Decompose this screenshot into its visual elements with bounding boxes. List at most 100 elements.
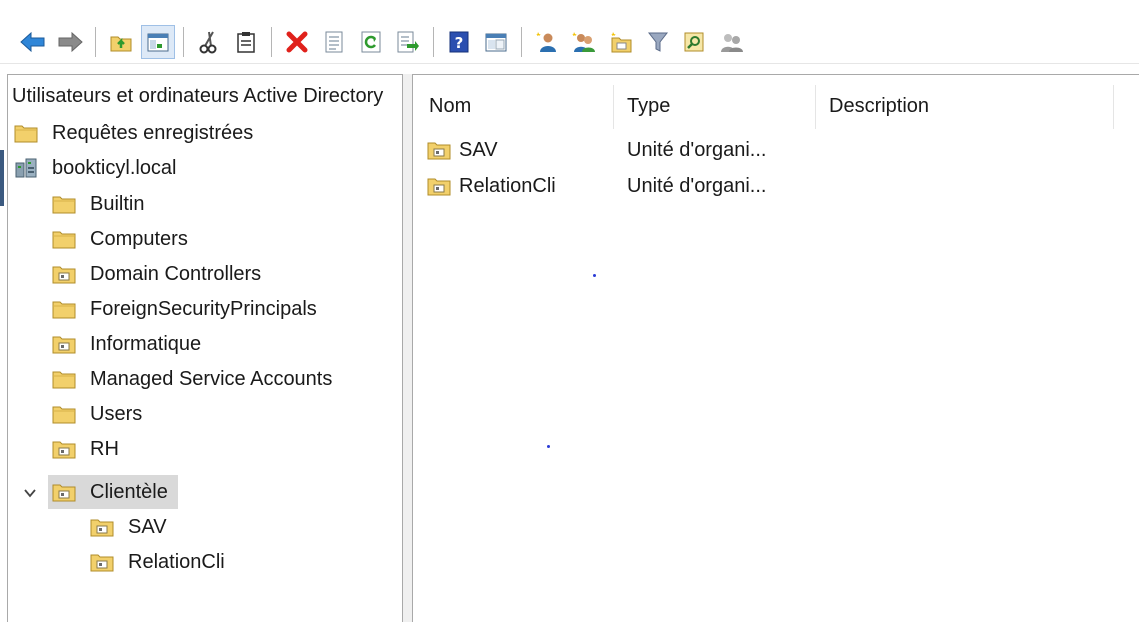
new-ou-button[interactable] — [604, 25, 638, 59]
paste-button[interactable] — [229, 25, 263, 59]
tree-item-label: bookticyl.local — [52, 156, 177, 179]
ou-folder-icon — [427, 178, 451, 196]
tree-item-users[interactable]: Users — [52, 397, 142, 431]
tree-item-saved-queries[interactable]: Requêtes enregistrées — [14, 116, 253, 150]
ou-folder-icon — [52, 441, 76, 459]
folder-icon — [52, 406, 76, 424]
ou-folder-icon — [52, 484, 76, 502]
cut-button[interactable] — [192, 25, 226, 59]
tree-item-label: RelationCli — [128, 550, 225, 573]
filter-icon — [647, 32, 669, 52]
folder-icon — [14, 125, 38, 143]
tree-item-computers[interactable]: Computers — [52, 222, 188, 256]
find-button[interactable] — [678, 25, 712, 59]
toolbar-separator — [271, 27, 272, 57]
properties-button[interactable] — [317, 25, 351, 59]
delete-icon — [286, 31, 308, 53]
back-arrow-icon — [20, 31, 45, 53]
export-list-button[interactable] — [391, 25, 425, 59]
domain-icon — [15, 158, 37, 178]
column-header-type[interactable]: Type — [627, 91, 670, 121]
tree-item-managed-service-accounts[interactable]: Managed Service Accounts — [52, 362, 332, 396]
tree-item-label: Domain Controllers — [90, 262, 262, 285]
tree-item-informatique[interactable]: Informatique — [52, 327, 201, 361]
item-type: Unité d'organi... — [627, 138, 767, 161]
name-cell: SAV — [427, 139, 627, 162]
tree-item-builtin[interactable]: Builtin — [52, 187, 144, 221]
window-edge — [0, 150, 4, 206]
add-to-group-button[interactable] — [715, 25, 749, 59]
back-button[interactable] — [16, 25, 50, 59]
up-one-level-button[interactable] — [104, 25, 138, 59]
new-group-icon — [572, 32, 595, 52]
toolbar-separator — [521, 27, 522, 57]
chevron-down-icon[interactable] — [22, 485, 38, 501]
console-view-icon — [485, 33, 507, 52]
console-view-button[interactable] — [479, 25, 513, 59]
column-divider[interactable] — [613, 85, 614, 129]
delete-button[interactable] — [280, 25, 314, 59]
list-item[interactable]: RelationCli Unité d'organi... — [427, 169, 827, 203]
folder-icon — [52, 371, 76, 389]
new-group-button[interactable] — [567, 25, 601, 59]
tree-item-label: RH — [90, 437, 119, 460]
pane-splitter[interactable] — [403, 74, 412, 622]
column-header-name[interactable]: Nom — [429, 91, 471, 121]
up-folder-icon — [110, 36, 132, 52]
new-user-button[interactable] — [530, 25, 564, 59]
tree-item-domain-controllers[interactable]: Domain Controllers — [52, 257, 261, 291]
tree-item-domain[interactable]: bookticyl.local — [14, 151, 177, 185]
new-user-icon — [536, 32, 556, 52]
svg-text:?: ? — [455, 34, 464, 52]
folder-icon — [52, 301, 76, 319]
show-hide-console-tree-button[interactable] — [141, 25, 175, 59]
paste-icon — [237, 32, 255, 53]
tree-item-label: Requêtes enregistrées — [52, 121, 254, 144]
column-header-description[interactable]: Description — [829, 91, 929, 121]
tree-item-label: Users — [90, 402, 143, 425]
details-list[interactable]: Nom Type Description SAV Unité d'organi.… — [412, 74, 1139, 622]
ou-folder-icon — [90, 554, 114, 572]
column-divider[interactable] — [815, 85, 816, 129]
toolbar-separator — [183, 27, 184, 57]
folder-icon — [52, 231, 76, 249]
add-to-group-icon — [721, 34, 743, 52]
new-ou-icon — [611, 32, 632, 53]
refresh-icon — [361, 31, 381, 53]
show-hide-tree-icon — [147, 33, 169, 52]
forward-button[interactable] — [53, 25, 87, 59]
stray-pixel — [547, 445, 550, 448]
ou-folder-icon — [427, 142, 451, 160]
toolbar: ? — [0, 0, 1139, 64]
list-item[interactable]: SAV Unité d'organi... — [427, 133, 827, 167]
tree-root[interactable]: Utilisateurs et ordinateurs Active Direc… — [12, 85, 400, 108]
filter-button[interactable] — [641, 25, 675, 59]
tree-item-rh[interactable]: RH — [52, 432, 119, 466]
properties-icon — [325, 31, 343, 53]
tree-item-relationcli[interactable]: RelationCli — [90, 545, 225, 579]
tree-item-sav[interactable]: SAV — [90, 510, 167, 544]
refresh-button[interactable] — [354, 25, 388, 59]
item-name: RelationCli — [459, 174, 556, 197]
tree-item-label: Informatique — [90, 332, 202, 355]
tree-item-label: Managed Service Accounts — [90, 367, 333, 390]
aduc-window: ? Utilisateurs et ordinateurs Active Dir… — [0, 0, 1139, 622]
tree-item-foreign-security-principals[interactable]: ForeignSecurityPrincipals — [52, 292, 317, 326]
ou-folder-icon — [52, 266, 76, 284]
ou-folder-icon — [90, 519, 114, 537]
name-cell: RelationCli — [427, 175, 627, 198]
cut-icon — [199, 31, 217, 54]
tree-item-clientele[interactable]: Clientèle — [48, 475, 178, 509]
forward-arrow-icon — [58, 31, 83, 53]
toolbar-separator — [433, 27, 434, 57]
item-name: SAV — [459, 138, 498, 161]
find-icon — [684, 32, 704, 52]
tree-item-label: ForeignSecurityPrincipals — [90, 297, 317, 320]
help-button[interactable]: ? — [442, 25, 476, 59]
column-divider[interactable] — [1113, 85, 1114, 129]
tree-item-label: Clientèle — [90, 480, 168, 503]
console-tree[interactable]: Utilisateurs et ordinateurs Active Direc… — [7, 74, 403, 622]
export-list-icon — [397, 31, 419, 53]
help-icon: ? — [449, 31, 469, 53]
tree-item-label: SAV — [128, 515, 167, 538]
